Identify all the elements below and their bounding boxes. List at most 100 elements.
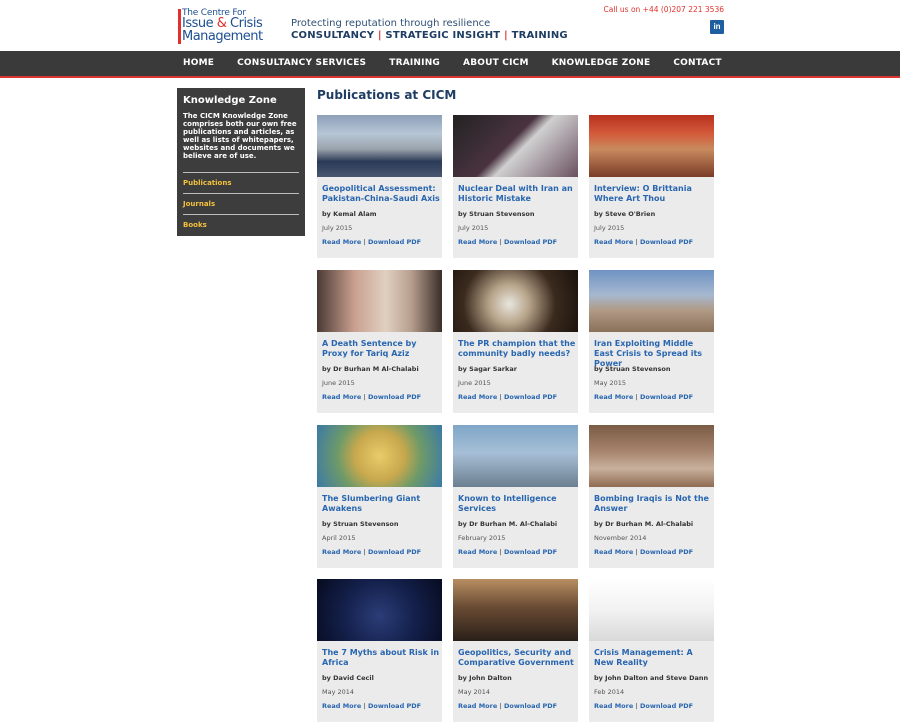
- publication-thumbnail[interactable]: [589, 270, 714, 332]
- strapline-separator: |: [377, 30, 382, 41]
- read-more-link[interactable]: Read More: [458, 393, 497, 401]
- read-more-link[interactable]: Read More: [458, 548, 497, 556]
- nav-item-contact[interactable]: CONTACT: [673, 51, 721, 76]
- download-pdf-link[interactable]: Download PDF: [504, 238, 557, 246]
- publication-thumbnail[interactable]: [589, 425, 714, 487]
- publication-thumbnail[interactable]: [317, 115, 442, 177]
- publication-links: Read More | Download PDF: [322, 393, 421, 401]
- publication-title[interactable]: Nuclear Deal with Iran an Historic Mista…: [458, 184, 576, 204]
- page-title: Publications at CICM: [317, 88, 457, 102]
- nav-item-training[interactable]: TRAINING: [389, 51, 440, 76]
- publication-links: Read More | Download PDF: [322, 548, 421, 556]
- phone-number[interactable]: Call us on +44 (0)207 221 3536: [604, 5, 724, 14]
- publication-date: June 2015: [322, 379, 355, 387]
- publication-date: May 2014: [458, 688, 491, 696]
- read-more-link[interactable]: Read More: [458, 238, 497, 246]
- publication-title[interactable]: Known to Intelligence Services: [458, 494, 576, 514]
- read-more-link[interactable]: Read More: [594, 393, 633, 401]
- publication-title[interactable]: The PR champion that the community badly…: [458, 339, 576, 359]
- linkedin-icon[interactable]: in: [710, 20, 724, 34]
- download-pdf-link[interactable]: Download PDF: [368, 393, 421, 401]
- publication-title[interactable]: The Slumbering Giant Awakens: [322, 494, 440, 514]
- publication-author: by Dr Burhan M Al-Chalabi: [322, 365, 419, 373]
- publication-card: Interview: O Brittania Where Art Thou by …: [589, 115, 714, 258]
- publication-author: by Dr Burhan M. Al-Chalabi: [458, 520, 558, 528]
- nav-item-about-cicm[interactable]: ABOUT CICM: [463, 51, 529, 76]
- link-separator: |: [363, 702, 366, 710]
- link-separator: |: [635, 393, 638, 401]
- read-more-link[interactable]: Read More: [322, 393, 361, 401]
- logo-line-3: Management: [182, 29, 263, 44]
- download-pdf-link[interactable]: Download PDF: [368, 702, 421, 710]
- download-pdf-link[interactable]: Download PDF: [640, 238, 693, 246]
- publication-title[interactable]: Crisis Management: A New Reality: [594, 648, 712, 668]
- publication-title[interactable]: Bombing Iraqis is Not the Answer: [594, 494, 712, 514]
- publication-links: Read More | Download PDF: [322, 238, 421, 246]
- logo-accent-bar: [178, 9, 181, 44]
- publication-title[interactable]: The 7 Myths about Risk in Africa: [322, 648, 440, 668]
- publication-author: by John Dalton and Steve Dann: [594, 674, 709, 682]
- publication-date: Feb 2014: [594, 688, 625, 696]
- publication-thumbnail[interactable]: [317, 270, 442, 332]
- read-more-link[interactable]: Read More: [322, 238, 361, 246]
- download-pdf-link[interactable]: Download PDF: [368, 548, 421, 556]
- publication-thumbnail[interactable]: [453, 270, 578, 332]
- publication-thumbnail[interactable]: [453, 115, 578, 177]
- sidebar-link-books[interactable]: Books: [183, 214, 299, 235]
- publication-author: by Dr Burhan M. Al-Chalabi: [594, 520, 694, 528]
- site-logo[interactable]: The Centre For Issue & Crisis Management: [178, 8, 268, 45]
- publication-thumbnail[interactable]: [589, 579, 714, 641]
- read-more-link[interactable]: Read More: [594, 238, 633, 246]
- link-separator: |: [499, 702, 502, 710]
- publication-links: Read More | Download PDF: [458, 702, 557, 710]
- download-pdf-link[interactable]: Download PDF: [504, 548, 557, 556]
- publication-title[interactable]: Geopolitics, Security and Comparative Go…: [458, 648, 576, 668]
- publication-links: Read More | Download PDF: [594, 548, 693, 556]
- strapline-consultancy[interactable]: CONSULTANCY: [291, 30, 374, 41]
- publication-card: A Death Sentence by Proxy for Tariq Aziz…: [317, 270, 442, 413]
- sidebar-link-publications[interactable]: Publications: [183, 172, 299, 193]
- publication-title[interactable]: Interview: O Brittania Where Art Thou: [594, 184, 712, 204]
- publication-date: April 2015: [322, 534, 356, 542]
- nav-item-knowledge-zone[interactable]: KNOWLEDGE ZONE: [552, 51, 651, 76]
- publication-thumbnail[interactable]: [317, 425, 442, 487]
- publication-thumbnail[interactable]: [589, 115, 714, 177]
- download-pdf-link[interactable]: Download PDF: [504, 702, 557, 710]
- read-more-link[interactable]: Read More: [594, 702, 633, 710]
- download-pdf-link[interactable]: Download PDF: [640, 548, 693, 556]
- link-separator: |: [635, 238, 638, 246]
- publication-author: by John Dalton: [458, 674, 512, 682]
- read-more-link[interactable]: Read More: [458, 702, 497, 710]
- publication-thumbnail[interactable]: [317, 579, 442, 641]
- publication-title[interactable]: Geopolitical Assessment: Pakistan-China-…: [322, 184, 440, 204]
- download-pdf-link[interactable]: Download PDF: [368, 238, 421, 246]
- publication-thumbnail[interactable]: [453, 579, 578, 641]
- site-header: The Centre For Issue & Crisis Management…: [0, 0, 900, 51]
- publication-card: Bombing Iraqis is Not the Answer by Dr Bu…: [589, 425, 714, 568]
- sidebar-description: The CICM Knowledge Zone comprises both o…: [183, 112, 297, 160]
- publication-author: by Struan Stevenson: [594, 365, 671, 373]
- nav-item-consultancy-services[interactable]: CONSULTANCY SERVICES: [237, 51, 366, 76]
- download-pdf-link[interactable]: Download PDF: [504, 393, 557, 401]
- read-more-link[interactable]: Read More: [594, 548, 633, 556]
- nav-item-home[interactable]: HOME: [183, 51, 214, 76]
- read-more-link[interactable]: Read More: [322, 548, 361, 556]
- publication-date: July 2015: [322, 224, 353, 232]
- publication-author: by Struan Stevenson: [458, 210, 535, 218]
- download-pdf-link[interactable]: Download PDF: [640, 393, 693, 401]
- link-separator: |: [363, 548, 366, 556]
- publication-date: May 2015: [594, 379, 627, 387]
- read-more-link[interactable]: Read More: [322, 702, 361, 710]
- sidebar-link-journals[interactable]: Journals: [183, 193, 299, 214]
- publication-title[interactable]: A Death Sentence by Proxy for Tariq Aziz: [322, 339, 440, 359]
- publication-thumbnail[interactable]: [453, 425, 578, 487]
- download-pdf-link[interactable]: Download PDF: [640, 702, 693, 710]
- strapline-training[interactable]: TRAINING: [512, 30, 568, 41]
- strapline-strategic-insight[interactable]: STRATEGIC INSIGHT: [385, 30, 500, 41]
- publication-date: May 2014: [322, 688, 355, 696]
- publication-author: by Steve O'Brien: [594, 210, 656, 218]
- publication-links: Read More | Download PDF: [458, 238, 557, 246]
- services-strapline: CONSULTANCY | STRATEGIC INSIGHT | TRAINI…: [291, 30, 568, 41]
- publication-date: July 2015: [594, 224, 625, 232]
- sidebar-title: Knowledge Zone: [183, 95, 277, 106]
